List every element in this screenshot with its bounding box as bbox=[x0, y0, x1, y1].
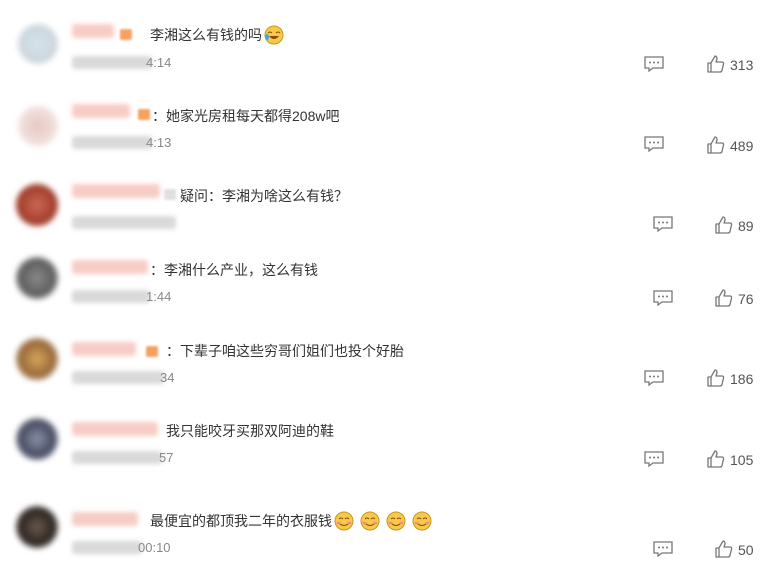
avatar[interactable] bbox=[16, 506, 58, 548]
thumbs-up-icon[interactable] bbox=[714, 539, 734, 559]
timestamp-blurred bbox=[72, 541, 142, 554]
timestamp-blurred bbox=[72, 136, 152, 149]
like-count: 105 bbox=[730, 452, 754, 468]
timestamp-blurred bbox=[72, 371, 164, 384]
user-badge-icon bbox=[146, 346, 158, 357]
user-badge-icon bbox=[164, 189, 176, 200]
timestamp: 4:13 bbox=[146, 135, 172, 150]
comment-icon[interactable] bbox=[643, 135, 665, 153]
avatar[interactable] bbox=[16, 338, 58, 380]
user-badge-icon bbox=[120, 29, 132, 40]
comment-icon[interactable] bbox=[652, 289, 674, 307]
comment-icon[interactable] bbox=[652, 540, 674, 558]
comment-text: 疑问：李湘为啥这么有钱？ bbox=[180, 188, 348, 204]
avatar[interactable] bbox=[18, 24, 58, 64]
timestamp-blurred bbox=[72, 216, 176, 229]
avatar[interactable] bbox=[16, 257, 58, 299]
username-blurred[interactable] bbox=[72, 342, 136, 356]
laugh-cry-emoji-icon bbox=[264, 25, 284, 45]
timestamp-blurred bbox=[72, 56, 152, 69]
timestamp: 34 bbox=[160, 370, 175, 385]
like-count: 89 bbox=[738, 218, 754, 234]
comment-text: ：李湘什么产业，这么有钱 bbox=[150, 262, 318, 278]
comment-icon[interactable] bbox=[643, 369, 665, 387]
like-count: 50 bbox=[738, 542, 754, 558]
comment-text: 我只能咬牙买那双阿迪的鞋 bbox=[166, 423, 334, 439]
like-count: 489 bbox=[730, 138, 754, 154]
like-count: 313 bbox=[730, 57, 754, 73]
username-blurred[interactable] bbox=[72, 184, 160, 198]
thumbs-up-icon[interactable] bbox=[706, 368, 726, 388]
comment-icon[interactable] bbox=[643, 450, 665, 468]
timestamp: 57 bbox=[159, 450, 174, 465]
timestamp: 4:14 bbox=[146, 55, 172, 70]
comment-text: 李湘这么有钱的吗 bbox=[150, 25, 284, 45]
thumbs-up-icon[interactable] bbox=[706, 449, 726, 469]
timestamp-blurred bbox=[72, 290, 150, 303]
thumbs-up-icon[interactable] bbox=[714, 288, 734, 308]
smile-emoji-icon bbox=[360, 511, 380, 531]
like-count: 76 bbox=[738, 291, 754, 307]
thumbs-up-icon[interactable] bbox=[706, 54, 726, 74]
smile-emoji-icon bbox=[412, 511, 432, 531]
username-blurred[interactable] bbox=[72, 422, 158, 436]
smile-emoji-icon bbox=[386, 511, 406, 531]
comment-text: 最便宜的都顶我二年的衣服钱 bbox=[150, 511, 432, 531]
timestamp: 1:44 bbox=[146, 289, 172, 304]
thumbs-up-icon[interactable] bbox=[714, 215, 734, 235]
avatar[interactable] bbox=[18, 106, 58, 146]
like-count: 186 bbox=[730, 371, 754, 387]
username-blurred[interactable] bbox=[72, 260, 148, 274]
comment-text: ：她家光房租每天都得208w吧 bbox=[152, 108, 340, 124]
username-blurred[interactable] bbox=[72, 24, 114, 38]
timestamp-blurred bbox=[72, 451, 162, 464]
avatar[interactable] bbox=[16, 184, 58, 226]
timestamp: 00:10 bbox=[138, 540, 171, 555]
username-blurred[interactable] bbox=[72, 512, 138, 526]
comment-icon[interactable] bbox=[643, 55, 665, 73]
smile-emoji-icon bbox=[334, 511, 354, 531]
avatar[interactable] bbox=[16, 418, 58, 460]
comment-icon[interactable] bbox=[652, 215, 674, 233]
user-badge-icon bbox=[138, 109, 150, 120]
thumbs-up-icon[interactable] bbox=[706, 135, 726, 155]
username-blurred[interactable] bbox=[72, 104, 130, 118]
comment-text: ：下辈子咱这些穷哥们姐们也投个好胎 bbox=[166, 343, 404, 359]
